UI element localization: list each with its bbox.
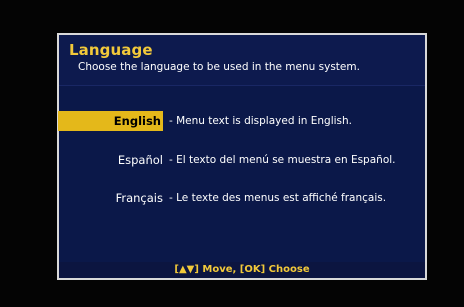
language-description: - Le texte des menus est affiché françai… — [169, 192, 387, 204]
language-option-english[interactable]: English - Menu text is displayed in Engl… — [57, 111, 425, 133]
dialog-footer: [▲▼] Move, [OK] Choose — [59, 262, 425, 278]
language-dialog: Language Choose the language to be used … — [57, 33, 427, 280]
language-option-francais[interactable]: Français - Le texte des menus est affich… — [59, 188, 425, 210]
language-name[interactable]: English — [57, 111, 163, 131]
language-name[interactable]: Español — [118, 153, 163, 167]
language-name[interactable]: Français — [116, 191, 163, 205]
tv-screen: Language Choose the language to be used … — [0, 0, 464, 307]
footer-help-text: [▲▼] Move, [OK] Choose — [174, 264, 310, 275]
language-description: - Menu text is displayed in English. — [169, 115, 352, 127]
language-option-espanol[interactable]: Español - El texto del menú se muestra e… — [59, 150, 425, 172]
dialog-title: Language — [69, 41, 153, 59]
dialog-header: Language Choose the language to be used … — [59, 35, 425, 85]
dialog-subtitle: Choose the language to be used in the me… — [78, 61, 360, 73]
header-divider — [59, 85, 425, 86]
language-description: - El texto del menú se muestra en Españo… — [169, 154, 396, 166]
